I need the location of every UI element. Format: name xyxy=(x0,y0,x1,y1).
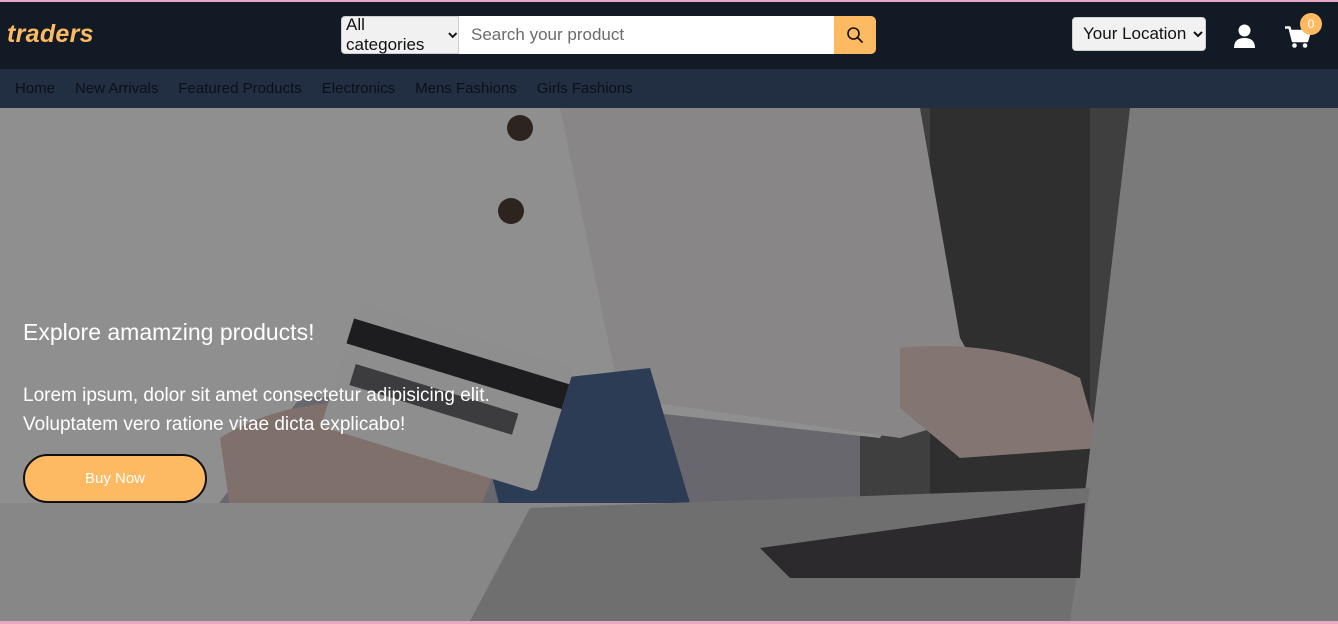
category-select[interactable]: All categories xyxy=(341,15,459,54)
location-select-value: Your Location xyxy=(1083,24,1187,43)
nav-item-mens-fashions[interactable]: Mens Fashions xyxy=(415,80,517,97)
site-header: traders All categories Search your produ… xyxy=(0,2,1338,69)
search-input[interactable]: Search your product xyxy=(459,16,834,54)
chevron-down-icon xyxy=(447,32,457,39)
chevron-down-icon xyxy=(1193,31,1204,38)
category-select-value: All categories xyxy=(346,15,425,54)
hero-dark-overlay xyxy=(0,108,1338,621)
nav-item-new-arrivals[interactable]: New Arrivals xyxy=(75,80,158,97)
cart-count-badge: 0 xyxy=(1300,13,1322,35)
nav-item-girls-fashions[interactable]: Girls Fashions xyxy=(537,80,633,97)
brand-logo[interactable]: traders xyxy=(7,20,94,49)
location-select[interactable]: Your Location xyxy=(1072,17,1206,51)
hero-description: Lorem ipsum, dolor sit amet consectetur … xyxy=(23,381,543,439)
nav-item-featured-products[interactable]: Featured Products xyxy=(178,80,301,97)
hero-banner: Explore amamzing products! Lorem ipsum, … xyxy=(0,108,1338,621)
hero-text-line-2: Voluptatem vero ratione vitae dicta expl… xyxy=(23,414,406,435)
main-nav: Home New Arrivals Featured Products Elec… xyxy=(0,69,1338,108)
search-button[interactable] xyxy=(834,16,876,54)
nav-item-home[interactable]: Home xyxy=(15,80,55,97)
nav-item-electronics[interactable]: Electronics xyxy=(322,80,395,97)
search-placeholder: Search your product xyxy=(471,25,625,44)
hero-title: Explore amamzing products! xyxy=(23,319,315,345)
user-icon[interactable] xyxy=(1233,24,1256,49)
search-bar: All categories Search your product xyxy=(341,15,876,54)
buy-now-button[interactable]: Buy Now xyxy=(23,454,207,503)
search-icon xyxy=(847,27,863,43)
hero-text-line-1: Lorem ipsum, dolor sit amet consectetur … xyxy=(23,385,490,406)
